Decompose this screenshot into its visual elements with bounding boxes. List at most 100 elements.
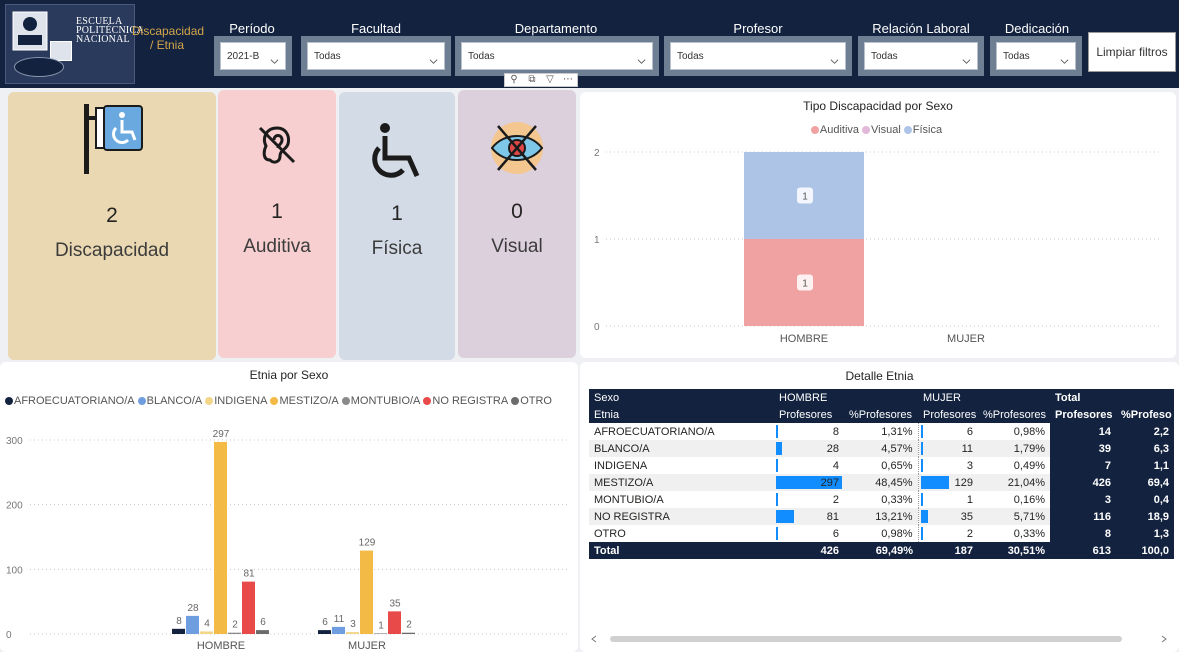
chevron-down-icon: [1060, 59, 1069, 64]
faculty-select[interactable]: Todas: [307, 42, 445, 70]
table-header-cell[interactable]: Etnia: [589, 406, 774, 423]
bar[interactable]: [388, 611, 401, 634]
kpi-card-auditiva: 1 Auditiva: [218, 90, 336, 358]
bar[interactable]: [374, 633, 387, 634]
table-cell: 2,2: [1116, 423, 1174, 440]
table-title: Detalle Etnia: [845, 369, 914, 383]
bar[interactable]: [242, 581, 255, 634]
professors-bar-cell: 81: [774, 508, 844, 525]
filter-icon[interactable]: ▽: [541, 74, 559, 86]
table-header-row: Sexo HOMBRE MUJER Total: [589, 389, 1174, 406]
horizontal-scrollbar[interactable]: [590, 634, 1172, 644]
institution-logo: ESCUELA POLITÉCNICA NACIONAL: [5, 4, 144, 84]
clear-filters-button[interactable]: Limpiar filtros: [1088, 32, 1176, 72]
chevron-down-icon: [429, 59, 438, 64]
faculty-filter[interactable]: Todas: [301, 36, 451, 76]
table-header-cell[interactable]: %Profesores: [978, 406, 1050, 423]
y-tick-label: 300: [6, 436, 23, 447]
professors-bar-cell: 2: [917, 525, 978, 542]
bar[interactable]: [360, 550, 373, 634]
professors-bar-cell: 6: [774, 525, 844, 542]
dedication-filter[interactable]: Todas: [990, 36, 1082, 76]
table-header-cell[interactable]: %Profesores: [844, 406, 918, 423]
table-row[interactable]: NO REGISTRA 81 13,21% 35 5,71% 116 18,9: [589, 508, 1174, 525]
professors-bar-cell: 3: [917, 457, 978, 474]
department-filter[interactable]: Todas: [455, 36, 659, 76]
table-header-cell[interactable]: Profesores: [918, 406, 978, 423]
kpi-label: Visual: [491, 236, 543, 257]
table-header-cell[interactable]: Profesores: [1050, 406, 1116, 423]
table-cell: 30,51%: [1007, 544, 1045, 557]
bar[interactable]: [318, 630, 331, 634]
period-select[interactable]: 2021-B: [220, 42, 286, 70]
table-cell: 187: [954, 544, 973, 557]
data-bar: [776, 459, 778, 472]
scroll-right-icon: [1161, 635, 1167, 643]
table-row[interactable]: INDIGENA 4 0,65% 3 0,49% 7 1,1: [589, 457, 1174, 474]
bar[interactable]: [228, 632, 241, 634]
x-category-label: MUJER: [348, 640, 386, 652]
table-cell: 13,21%: [875, 510, 913, 523]
table-cell: 18,9: [1116, 508, 1174, 525]
cell-value: 297: [820, 476, 839, 489]
pin-icon[interactable]: ⚲: [505, 74, 523, 86]
data-label: 6: [260, 617, 266, 628]
bar[interactable]: [186, 615, 199, 634]
data-label: 297: [213, 429, 230, 440]
table-row[interactable]: BLANCO/A 28 4,57% 11 1,79% 39 6,3: [589, 440, 1174, 457]
bar[interactable]: [172, 628, 185, 634]
table-header-cell: [1116, 389, 1174, 406]
cell-value: 6: [966, 425, 973, 438]
professor-select[interactable]: Todas: [670, 42, 846, 70]
ethnicity-cell: INDIGENA: [594, 459, 648, 472]
table-row[interactable]: MONTUBIO/A 2 0,33% 1 0,16% 3 0,4: [589, 491, 1174, 508]
bar[interactable]: [256, 630, 269, 634]
ethnicity-cell: OTRO: [594, 527, 626, 540]
y-tick-label: 0: [594, 322, 600, 333]
table-total-row: Total 426 69,49% 187 30,51% 613 100,0: [589, 542, 1174, 559]
copy-icon[interactable]: ⧉: [523, 74, 541, 86]
cell-value: 2: [966, 527, 973, 540]
table-header-cell[interactable]: %Profeso: [1116, 406, 1174, 423]
disability-sign-icon: [84, 104, 143, 174]
kpi-value: 1: [271, 200, 283, 223]
ethnicity-cell: MONTUBIO/A: [594, 493, 664, 506]
period-filter[interactable]: 2021-B: [214, 36, 292, 76]
dedication-select[interactable]: Todas: [996, 42, 1076, 70]
bar[interactable]: [402, 632, 415, 634]
professors-bar-cell: 129: [917, 474, 978, 491]
bar[interactable]: [214, 441, 227, 634]
table-row[interactable]: AFROECUATORIANO/A 8 1,31% 6 0,98% 14 2,2: [589, 423, 1174, 440]
kpi-value: 0: [511, 200, 523, 223]
professors-bar-cell: 297: [774, 474, 844, 491]
table-cell: 116: [1050, 508, 1116, 525]
x-category-label: MUJER: [947, 333, 985, 345]
professors-bar-cell: 2: [774, 491, 844, 508]
scroll-left-icon: [591, 635, 597, 643]
employment-select[interactable]: Todas: [864, 42, 978, 70]
table-row[interactable]: MESTIZO/A 297 48,45% 129 21,04% 426 69,4: [589, 474, 1174, 491]
table-row[interactable]: OTRO 6 0,98% 2 0,33% 8 1,3: [589, 525, 1174, 542]
ethnicity-bar-chart: 0 100 200 300 8 28 4 297 2 81 6 HOMBRE 6 11 3 129 1 35 2 MU…: [6, 429, 570, 652]
kpi-label: Auditiva: [243, 236, 311, 257]
ethnicity-detail-table: Sexo HOMBRE MUJER Total Etnia Profesores…: [589, 389, 1174, 559]
department-select[interactable]: Todas: [461, 42, 653, 70]
data-label: 81: [243, 569, 255, 580]
ethnicity-cell: AFROECUATORIANO/A: [594, 425, 715, 438]
bar[interactable]: [200, 631, 213, 634]
table-header-cell[interactable]: Profesores: [774, 406, 844, 423]
table-cell: 0,33%: [1013, 527, 1045, 540]
cell-value: 6: [832, 527, 839, 540]
y-tick-label: 200: [6, 501, 23, 512]
data-bar: [920, 459, 923, 472]
bar[interactable]: [346, 632, 359, 634]
more-icon[interactable]: ⋯: [559, 74, 577, 86]
professor-filter[interactable]: Todas: [664, 36, 852, 76]
department-filter-label: Departamento: [514, 21, 598, 36]
disability-by-sex-panel: Tipo Discapacidad por Sexo Auditiva Visua…: [580, 92, 1176, 358]
employment-filter[interactable]: Todas: [858, 36, 984, 76]
table-header-cell: [844, 389, 918, 406]
table-cell: 1,79%: [1013, 442, 1045, 455]
kpi-card-visual: 0 Visual: [458, 90, 576, 358]
bar[interactable]: [332, 626, 345, 634]
